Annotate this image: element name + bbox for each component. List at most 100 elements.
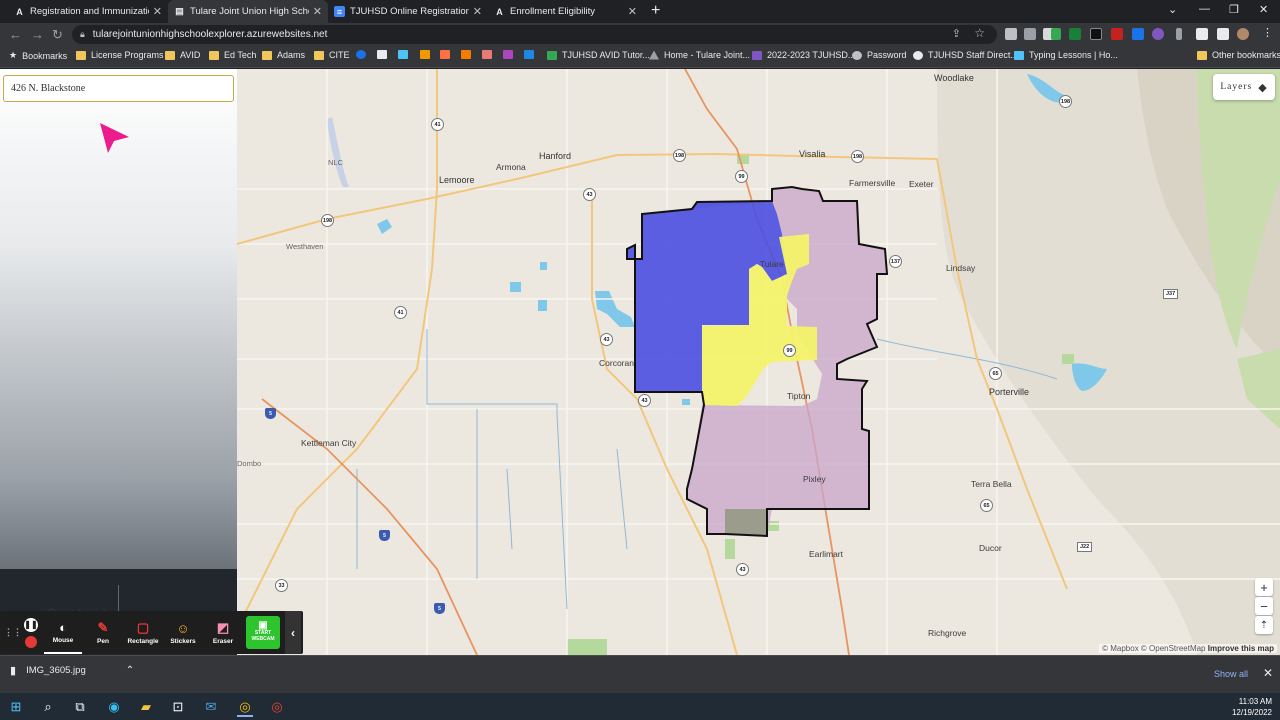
pause-share-button[interactable]: ❚❚ — [22, 611, 40, 654]
place-label: Westhaven — [286, 242, 324, 251]
tool-rectangle[interactable]: ▢ Rectangle — [122, 611, 164, 654]
bookmark-typing[interactable]: Typing Lessons | Ho... — [1014, 50, 1118, 60]
extension-icon[interactable] — [1111, 28, 1123, 40]
bookmark-folder[interactable]: Ed Tech — [209, 50, 256, 60]
share-icon[interactable]: ⇪ — [952, 27, 961, 40]
bookmark-manager[interactable]: ★ Bookmarks — [9, 50, 67, 61]
extension-icon[interactable] — [1090, 28, 1102, 40]
tool-mouse[interactable]: ◐ Mouse — [44, 611, 82, 654]
close-icon[interactable]: ✕ — [1263, 666, 1273, 680]
extension-icon[interactable] — [1005, 28, 1017, 40]
sheets-icon — [547, 50, 557, 60]
map-canvas[interactable]: Woodlake Visalia Hanford Armona Farmersv… — [237, 69, 1280, 655]
bookmark-icon-only[interactable] — [524, 50, 539, 59]
interstate-shield: 5 — [379, 530, 390, 541]
mouse-icon: ◐ — [59, 619, 67, 635]
zoom-out-button[interactable]: − — [1255, 597, 1273, 615]
bookmark-home[interactable]: Home - Tulare Joint... — [649, 50, 750, 60]
pond — [510, 282, 521, 292]
park — [725, 539, 735, 559]
taskbar: ⊞ ⌕ ⧉ ◉ ▰ ⊡ ✉ ◎ ◎ 11:03 AM 12/19/2022 — [0, 693, 1280, 720]
puzzle-icon[interactable] — [1196, 28, 1208, 40]
tab-close-icon[interactable]: ✕ — [313, 5, 322, 18]
drive-icon[interactable] — [1051, 28, 1061, 40]
chrome-icon[interactable]: ◎ — [237, 699, 253, 717]
bookmark-icon-only[interactable] — [398, 50, 413, 59]
mail-icon[interactable]: ✉ — [203, 699, 219, 715]
minimize-button[interactable]: — — [1199, 3, 1210, 15]
extension-icon[interactable] — [1024, 28, 1036, 40]
bookmark-star-icon[interactable]: ☆ — [974, 26, 985, 40]
extension-icon[interactable] — [1176, 28, 1182, 40]
address-search-input[interactable] — [3, 75, 234, 102]
chevron-up-icon[interactable]: ⌃ — [126, 665, 134, 676]
windows-start-icon[interactable]: ⊞ — [8, 699, 24, 715]
close-window-button[interactable]: ✕ — [1259, 3, 1268, 16]
tool-pen[interactable]: ✎ Pen — [84, 611, 122, 654]
layers-icon: ◆ — [1258, 81, 1268, 94]
improve-map-link[interactable]: Improve this map — [1208, 644, 1274, 653]
bookmark-icon-only[interactable] — [420, 50, 435, 59]
extension-icon[interactable] — [1152, 28, 1164, 40]
compass-button[interactable]: ⇡ — [1255, 616, 1273, 634]
bookmark-icon-only[interactable] — [482, 50, 497, 59]
menu-icon[interactable]: ⋮ — [1262, 26, 1274, 39]
system-clock[interactable]: 11:03 AM 12/19/2022 — [1232, 696, 1272, 718]
bookmark-icon-only[interactable] — [440, 50, 455, 59]
tool-eraser[interactable]: ◩ Eraser — [204, 611, 242, 654]
place-label: NLC — [328, 158, 344, 167]
restore-button[interactable]: ❐ — [1229, 3, 1239, 16]
bookmark-2022-2023[interactable]: 2022-2023 TJUHSD... — [752, 50, 855, 60]
bookmark-staff-directory[interactable]: TJUHSD Staff Direct... — [913, 50, 1018, 60]
bookmark-icon-only[interactable] — [356, 50, 371, 59]
tab-enrollment-eligibility[interactable]: A Enrollment Eligibility ✕ — [488, 0, 643, 23]
tab-close-icon[interactable]: ✕ — [473, 5, 482, 18]
downloads-bar: ▮ IMG_3605.jpg ⌃ Show all ✕ — [0, 655, 1280, 693]
tab-close-icon[interactable]: ✕ — [628, 5, 637, 18]
tab-registration[interactable]: A Registration and Immunizations ✕ — [8, 0, 168, 23]
bookmark-icon-only[interactable] — [461, 50, 476, 59]
tool-stickers[interactable]: ☺ Stickers — [166, 611, 200, 654]
map-attribution: © Mapbox © OpenStreetMap Improve this ma… — [1099, 644, 1277, 653]
tab-explorer[interactable]: ▤ Tulare Joint Union High School E ✕ — [168, 0, 328, 23]
avatar[interactable] — [1237, 28, 1249, 40]
search-icon[interactable]: ⌕ — [40, 699, 56, 715]
bookmark-icon-only[interactable] — [377, 50, 392, 59]
sidepanel-icon[interactable] — [1217, 28, 1229, 40]
bookmark-folder[interactable]: License Programs — [76, 50, 164, 60]
zoom-in-button[interactable]: + — [1255, 578, 1273, 596]
other-bookmarks[interactable]: Other bookmarks — [1197, 50, 1280, 60]
task-view-icon[interactable]: ⧉ — [72, 699, 88, 715]
lock-icon: 🔒︎ — [80, 29, 85, 39]
toolbar-drag-handle[interactable]: ⋮⋮ — [4, 611, 22, 654]
bookmark-icon-only[interactable] — [503, 50, 518, 59]
address-bar[interactable]: 🔒︎ tularejointunionhighschoolexplorer.az… — [72, 25, 997, 44]
download-item[interactable]: ▮ IMG_3605.jpg ⌃ — [10, 664, 134, 677]
bookmark-avid-tutor[interactable]: TJUHSD AVID Tutor... — [547, 50, 650, 60]
store-icon[interactable]: ⊡ — [170, 699, 186, 715]
edge-icon[interactable]: ◉ — [106, 699, 122, 715]
bookmark-password[interactable]: Password — [852, 50, 907, 60]
place-label: Woodlake — [934, 73, 974, 83]
bookmark-folder[interactable]: Adams — [262, 50, 305, 60]
file-explorer-icon[interactable]: ▰ — [138, 699, 154, 715]
place-label: Ducor — [979, 543, 1002, 553]
reload-icon[interactable]: ↻ — [52, 27, 63, 43]
bookmark-folder[interactable]: AVID — [165, 50, 200, 60]
extension-icon[interactable] — [1069, 28, 1081, 40]
new-tab-button[interactable]: + — [651, 2, 660, 20]
bookmark-folder[interactable]: CITE — [314, 50, 350, 60]
tab-online-registration[interactable]: ≡ TJUHSD Online Registration 2023 ✕ — [328, 0, 488, 23]
start-webcam-button[interactable]: ▣ START WEBCAM — [246, 616, 280, 649]
extension-icon[interactable] — [1132, 28, 1144, 40]
forward-icon[interactable]: → — [31, 27, 44, 42]
layers-button[interactable]: Layers ◆ — [1213, 74, 1275, 100]
tab-close-icon[interactable]: ✕ — [153, 5, 162, 18]
show-all-link[interactable]: Show all — [1214, 669, 1248, 679]
chrome-profile-icon[interactable]: ◎ — [269, 699, 285, 715]
back-icon[interactable]: ← — [9, 27, 22, 42]
folder-icon — [76, 50, 86, 60]
collapse-toolbar-button[interactable]: ‹ — [285, 611, 301, 654]
pointer-arrow-icon — [100, 123, 129, 153]
tab-search-icon[interactable]: ⌄ — [1168, 3, 1177, 16]
